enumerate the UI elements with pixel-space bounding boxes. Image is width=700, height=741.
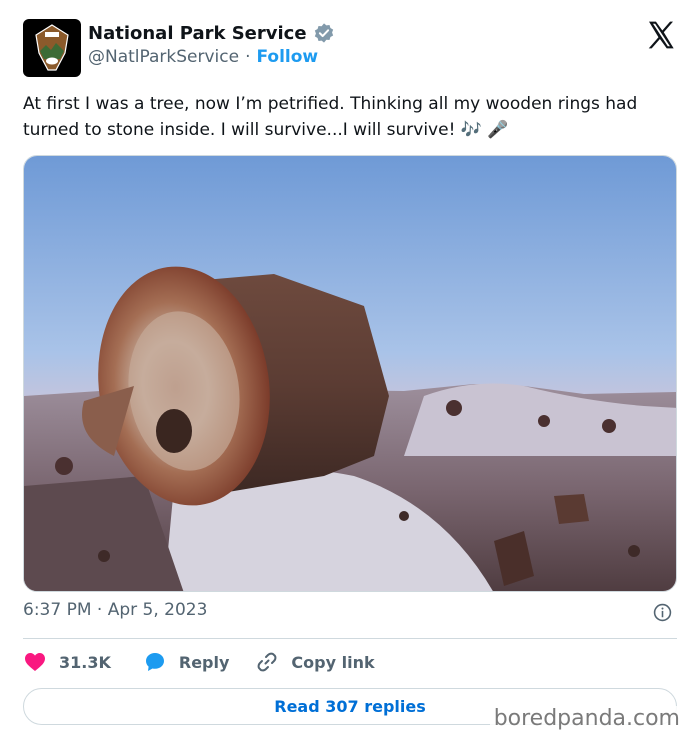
handle-row: @NatlParkService · Follow xyxy=(88,47,318,67)
copy-link-label: Copy link xyxy=(291,652,375,672)
copy-link-button[interactable]: Copy link xyxy=(255,650,375,674)
heart-icon xyxy=(25,653,45,671)
tweet-media[interactable] xyxy=(23,155,677,592)
petrified-log-photo-icon xyxy=(24,156,676,591)
verified-badge-icon xyxy=(314,23,333,43)
info-icon[interactable] xyxy=(653,603,672,622)
like-count: 31.3K xyxy=(59,652,111,672)
follow-button[interactable]: Follow xyxy=(257,47,319,67)
reply-bubble-icon xyxy=(145,653,164,671)
author-name-row: National Park Service xyxy=(88,22,335,44)
tweet-timestamp[interactable]: 6:37 PM · Apr 5, 2023 xyxy=(23,600,207,620)
watermark: boredpanda.com xyxy=(489,706,684,731)
divider xyxy=(23,638,677,639)
link-icon xyxy=(258,652,277,672)
handle[interactable]: @NatlParkService xyxy=(88,47,239,67)
like-button[interactable]: 31.3K xyxy=(23,650,111,674)
x-logo-icon[interactable] xyxy=(645,19,677,51)
tweet-text: At first I was a tree, now I’m petrified… xyxy=(23,94,638,140)
reply-button[interactable]: Reply xyxy=(143,650,230,674)
separator: · xyxy=(245,47,251,67)
action-bar: 31.3K Reply Copy link xyxy=(23,650,375,674)
nps-arrowhead-logo-icon xyxy=(35,24,69,71)
display-name[interactable]: National Park Service xyxy=(88,23,307,44)
tweet-card: National Park Service @NatlParkService ·… xyxy=(0,0,700,741)
reply-label: Reply xyxy=(178,652,230,672)
avatar[interactable] xyxy=(23,19,81,77)
